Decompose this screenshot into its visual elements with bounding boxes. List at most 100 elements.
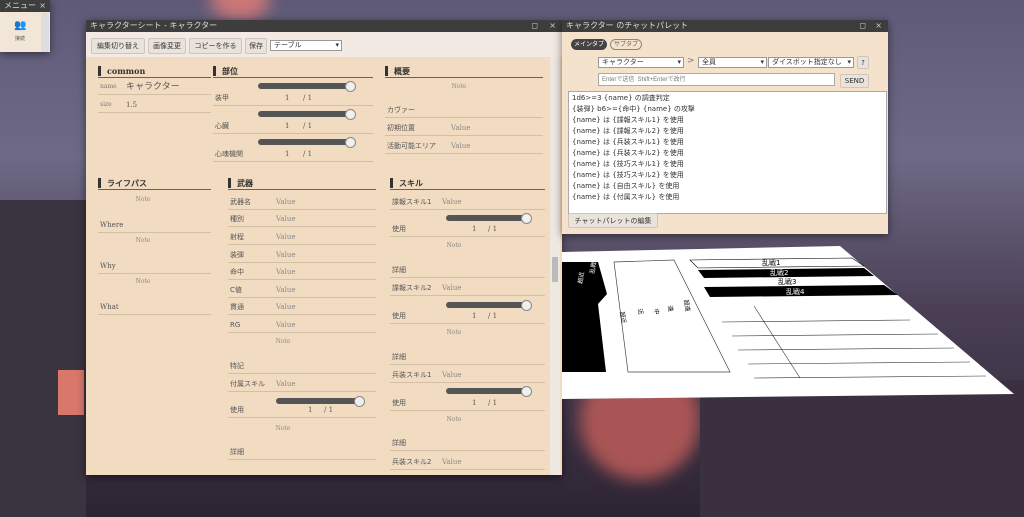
skill-note[interactable]: Note bbox=[439, 416, 469, 423]
dicebot-select[interactable]: ダイスボット指定なし bbox=[768, 57, 854, 68]
detail-label: 詳細 bbox=[392, 266, 406, 274]
field-value[interactable]: Value bbox=[276, 229, 295, 245]
lifepath-note[interactable]: Note bbox=[98, 237, 188, 244]
palette-line[interactable]: {name} は {技巧スキル1} を使用 bbox=[569, 159, 886, 170]
palette-line[interactable]: {装弾} b6>={命中} {name} の攻撃 bbox=[569, 104, 886, 115]
why-label: Why bbox=[100, 262, 116, 270]
field-value[interactable]: Value bbox=[276, 247, 295, 263]
use-max: / 1 bbox=[488, 312, 498, 320]
area-label: 活動可能エリア bbox=[387, 142, 436, 150]
common-header: common bbox=[98, 66, 211, 78]
skill-detail-row: 詳細 bbox=[390, 262, 545, 278]
maximize-icon[interactable]: ◻ bbox=[859, 20, 866, 32]
field-value[interactable]: Value bbox=[276, 264, 295, 280]
overview-note[interactable]: Note bbox=[385, 83, 533, 90]
skill-note[interactable]: Note bbox=[439, 329, 469, 336]
field-value[interactable]: Value bbox=[276, 211, 295, 227]
skill-value[interactable]: Value bbox=[442, 194, 461, 210]
skill-note[interactable]: Note bbox=[439, 242, 469, 249]
weapon-note[interactable]: Note bbox=[268, 425, 298, 432]
what-row: What bbox=[98, 299, 211, 315]
armor-value[interactable]: 1 bbox=[285, 90, 289, 106]
skill-row: 諜報スキル2 Value bbox=[390, 280, 545, 296]
soul-engine-value[interactable]: 1 bbox=[285, 146, 289, 162]
lifepath-note[interactable]: Note bbox=[98, 278, 188, 285]
armor-slider[interactable] bbox=[258, 81, 356, 92]
use-value[interactable]: 1 bbox=[308, 402, 312, 418]
maximize-icon[interactable]: ◻ bbox=[531, 20, 538, 32]
send-button[interactable]: SEND bbox=[840, 74, 869, 88]
sheet-scrollbar[interactable] bbox=[550, 57, 560, 475]
palette-line[interactable]: {name} は {兵装スキル2} を使用 bbox=[569, 148, 886, 159]
skill-value[interactable]: Value bbox=[442, 454, 461, 470]
palette-line[interactable]: {name} は {諜報スキル1} を使用 bbox=[569, 115, 886, 126]
size-input[interactable]: 1.5 bbox=[126, 97, 137, 113]
scrollbar-thumb[interactable] bbox=[552, 257, 558, 282]
palette-titlebar[interactable]: キャラクター のチャットパレット ◻ × bbox=[562, 20, 888, 32]
skill-use-row: 使用 1 / 1 bbox=[390, 395, 545, 411]
why-row: Why bbox=[98, 258, 211, 274]
edit-toggle-button[interactable]: 編集切り替え bbox=[91, 38, 145, 54]
palette-line[interactable]: {name} は {技巧スキル2} を使用 bbox=[569, 170, 886, 181]
target-select[interactable]: 全員 bbox=[698, 57, 767, 68]
palette-line[interactable]: {name} は {兵装スキル1} を使用 bbox=[569, 137, 886, 148]
name-input[interactable]: キャラクター bbox=[126, 79, 180, 95]
change-image-button[interactable]: 画像変更 bbox=[148, 38, 186, 54]
character-sheet-window: キャラクターシート - キャラクター ◻ × 編集切り替え 画像変更 コピーを作る… bbox=[86, 20, 562, 475]
use-value[interactable]: 1 bbox=[472, 395, 476, 411]
tab-sub[interactable]: サブタブ bbox=[610, 39, 642, 50]
armor-max: / 1 bbox=[303, 94, 313, 102]
heart-label: 心臓 bbox=[215, 122, 229, 130]
save-button[interactable]: 保存 bbox=[245, 38, 267, 54]
palette-line[interactable]: {name} は {諜報スキル2} を使用 bbox=[569, 126, 886, 137]
detail-label: 詳細 bbox=[392, 353, 406, 361]
area-value[interactable]: Value bbox=[451, 138, 470, 154]
make-copy-button[interactable]: コピーを作る bbox=[189, 38, 242, 54]
menu-scrollbar[interactable] bbox=[41, 13, 49, 52]
range-card[interactable]: 乱戦1 乱戦2 乱戦3 乱戦4 超近 近 中 遠 超遠 超近 乱戦 乱戦 bbox=[562, 244, 1024, 404]
initial-pos-value[interactable]: Value bbox=[451, 120, 470, 136]
menu-titlebar[interactable]: メニュー × bbox=[0, 0, 50, 12]
skill-name: 諜報スキル2 bbox=[392, 284, 432, 292]
attached-skill-value[interactable]: Value bbox=[276, 376, 295, 392]
lifepath-header: ライフパス bbox=[98, 178, 211, 190]
soul-engine-label: 心魂機関 bbox=[215, 150, 243, 158]
close-icon[interactable]: × bbox=[875, 20, 882, 32]
edit-palette-button[interactable]: チャットパレットの編集 bbox=[568, 213, 658, 228]
where-row: Where bbox=[98, 217, 211, 233]
soul-engine-slider[interactable] bbox=[258, 137, 356, 148]
cover-label: カヴァー bbox=[387, 106, 415, 114]
close-icon[interactable]: × bbox=[549, 20, 556, 32]
tab-main[interactable]: メインタブ bbox=[571, 39, 607, 50]
use-value[interactable]: 1 bbox=[472, 308, 476, 324]
special-row: 特記 bbox=[228, 358, 376, 374]
sheet-titlebar[interactable]: キャラクターシート - キャラクター ◻ × bbox=[86, 20, 562, 32]
heart-value[interactable]: 1 bbox=[285, 118, 289, 134]
skill-value[interactable]: Value bbox=[442, 367, 461, 383]
menu-item-connect[interactable]: 接続 bbox=[15, 35, 25, 42]
palette-line[interactable]: {name} は {付属スキル} を使用 bbox=[569, 192, 886, 203]
character-select[interactable]: キャラクター bbox=[598, 57, 684, 68]
field-value[interactable]: Value bbox=[276, 282, 295, 298]
chat-input[interactable] bbox=[598, 73, 835, 86]
weapon-field-row: 武器名 Value bbox=[228, 194, 376, 210]
close-icon[interactable]: × bbox=[39, 0, 46, 12]
weapon-note[interactable]: Note bbox=[268, 338, 298, 345]
heart-row: 心臓 1 / 1 bbox=[213, 118, 373, 134]
use-value[interactable]: 1 bbox=[472, 221, 476, 237]
skill-value[interactable]: Value bbox=[442, 280, 461, 296]
palette-list[interactable]: 1d6>=3 {name} の調査判定 {装弾} b6>={命中} {name}… bbox=[568, 91, 887, 214]
skill-use-slider[interactable] bbox=[446, 386, 532, 397]
field-value[interactable]: Value bbox=[276, 317, 295, 333]
users-icon[interactable]: 👥 bbox=[14, 20, 26, 31]
lifepath-note[interactable]: Note bbox=[98, 196, 188, 203]
help-button[interactable]: ? bbox=[857, 56, 869, 69]
layout-select[interactable]: テーブル bbox=[270, 40, 342, 51]
field-value[interactable]: Value bbox=[276, 194, 295, 210]
attached-skill-label: 付属スキル bbox=[230, 380, 265, 388]
palette-line[interactable]: {name} は {自由スキル} を使用 bbox=[569, 181, 886, 192]
field-value[interactable]: Value bbox=[276, 299, 295, 315]
heart-slider[interactable] bbox=[258, 109, 356, 120]
palette-line[interactable]: 1d6>=3 {name} の調査判定 bbox=[569, 93, 886, 104]
arrow-separator: > bbox=[687, 56, 695, 66]
